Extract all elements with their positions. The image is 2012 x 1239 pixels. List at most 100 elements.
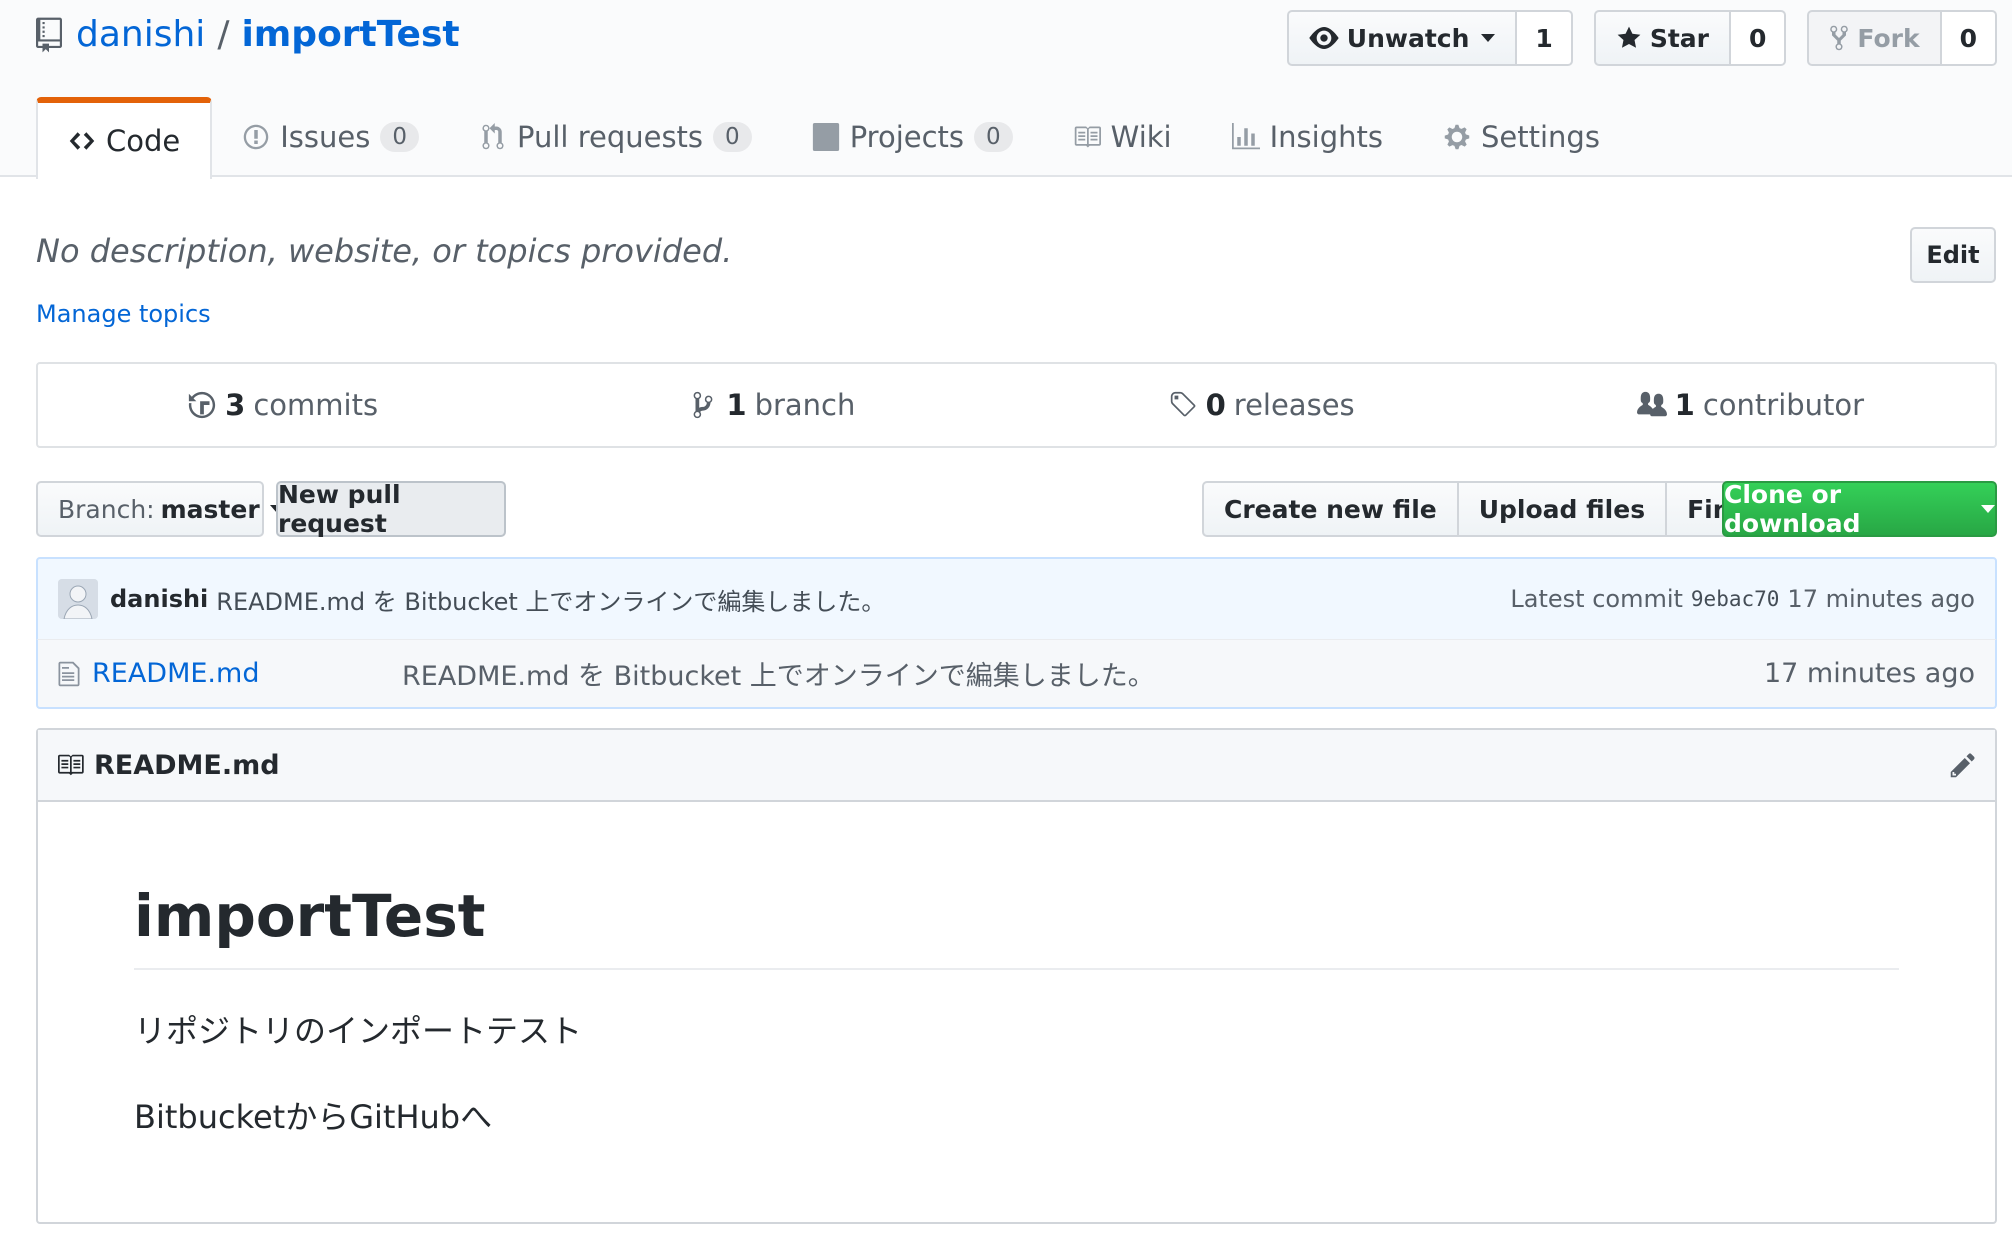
releases-label: releases <box>1233 388 1355 422</box>
latest-commit-bar: danishi README.md を Bitbucket 上でオンラインで編集… <box>36 557 1997 641</box>
readme-content: importTest リポジトリのインポートテスト BitbucketからGit… <box>38 802 1995 1138</box>
upload-files-button[interactable]: Upload files <box>1456 481 1668 537</box>
repo-owner-link[interactable]: danishi <box>76 14 205 55</box>
fork-icon <box>1830 25 1849 51</box>
tab-settings[interactable]: Settings <box>1413 97 1630 177</box>
commit-age: 17 minutes ago <box>1787 585 1975 613</box>
watchers-count[interactable]: 1 <box>1517 10 1573 66</box>
avatar[interactable] <box>58 579 98 619</box>
fork-button[interactable]: Fork <box>1807 10 1942 66</box>
file-name-link[interactable]: README.md <box>92 658 402 689</box>
tab-issues-label: Issues <box>280 120 371 154</box>
path-separator: / <box>217 14 230 55</box>
repo-name-link[interactable]: importTest <box>241 14 459 55</box>
tab-wiki[interactable]: Wiki <box>1043 97 1202 177</box>
tab-projects[interactable]: Projects 0 <box>782 97 1043 177</box>
tab-settings-label: Settings <box>1481 120 1600 154</box>
repo-header: danishi / importTest Unwatch 1 Star 0 Fo… <box>0 0 2012 179</box>
readme-box: README.md importTest リポジトリのインポートテスト Bitb… <box>36 728 1997 1224</box>
watch-group: Unwatch 1 <box>1286 10 1573 66</box>
stars-count[interactable]: 0 <box>1730 10 1787 66</box>
numbers-summary: 3 commits 1 branch 0 releases 1 contribu… <box>36 362 1997 448</box>
unwatch-button[interactable]: Unwatch <box>1286 10 1518 66</box>
code-icon <box>69 132 95 150</box>
fork-label: Fork <box>1857 23 1920 53</box>
manage-topics-link[interactable]: Manage topics <box>36 300 211 328</box>
contributors-summary[interactable]: 1 contributor <box>1506 364 1995 446</box>
tab-wiki-label: Wiki <box>1110 120 1172 154</box>
branch-select-button[interactable]: Branch: master <box>36 481 284 537</box>
repo-description: No description, website, or topics provi… <box>36 232 733 270</box>
readme-paragraph: リポジトリのインポートテスト <box>134 1012 583 1050</box>
file-commit-message-link[interactable]: README.md を Bitbucket 上でオンラインで編集しました。 <box>402 654 1155 693</box>
history-icon <box>189 391 216 419</box>
table-row: README.md README.md を Bitbucket 上でオンラインで… <box>36 639 1997 709</box>
branch-prefix: Branch: <box>58 494 155 524</box>
issue-icon <box>244 124 269 150</box>
avatar-image <box>58 579 98 619</box>
commit-sha-link[interactable]: 9ebac70 <box>1691 587 1780 611</box>
repo-title: danishi / importTest <box>36 14 460 55</box>
tab-projects-label: Projects <box>849 120 965 154</box>
edit-description-button[interactable]: Edit <box>1910 227 1996 283</box>
pagehead-actions: Unwatch 1 Star 0 Fork 0 <box>1286 10 1997 66</box>
branch-name: master <box>160 494 260 524</box>
commits-summary[interactable]: 3 commits <box>38 364 527 446</box>
gear-icon <box>1444 124 1470 150</box>
issues-counter: 0 <box>380 122 419 152</box>
latest-commit-label: Latest commit <box>1510 585 1683 613</box>
readme-header: README.md <box>38 730 1995 802</box>
file-age: 17 minutes ago <box>1763 658 1975 689</box>
star-button[interactable]: Star <box>1593 10 1731 66</box>
new-pull-request-button[interactable]: New pull request <box>276 480 506 538</box>
tab-code-label: Code <box>106 124 181 158</box>
project-icon <box>812 123 839 151</box>
pencil-icon[interactable] <box>1949 751 1977 779</box>
readme-paragraph: BitbucketからGitHubへ <box>134 1098 493 1136</box>
book-icon <box>1074 126 1101 148</box>
star-label: Star <box>1649 23 1709 53</box>
forks-count[interactable]: 0 <box>1941 10 1997 66</box>
releases-count: 0 <box>1205 388 1226 422</box>
repo-icon <box>36 17 62 52</box>
readme-heading: importTest <box>134 882 1899 970</box>
people-icon <box>1636 391 1667 417</box>
branches-summary[interactable]: 1 branch <box>527 364 1016 446</box>
chevron-down-icon <box>1981 505 1995 513</box>
commits-count: 3 <box>225 388 246 422</box>
branches-count: 1 <box>726 388 747 422</box>
tab-issues[interactable]: Issues 0 <box>212 97 449 177</box>
tab-pull-requests-label: Pull requests <box>517 120 704 154</box>
book-icon <box>58 754 84 776</box>
clone-label: Clone or download <box>1724 480 1861 538</box>
star-icon <box>1617 26 1641 48</box>
contributors-label: contributor <box>1702 388 1865 422</box>
tab-code[interactable]: Code <box>36 97 213 179</box>
commit-author-link[interactable]: danishi <box>110 585 208 613</box>
tab-insights[interactable]: Insights <box>1202 97 1413 177</box>
contributors-count: 1 <box>1674 388 1695 422</box>
clone-or-download-button[interactable]: Clone or download <box>1722 480 1997 538</box>
pull-requests-counter: 0 <box>713 122 752 152</box>
tab-insights-label: Insights <box>1269 120 1383 154</box>
releases-summary[interactable]: 0 releases <box>1017 364 1506 446</box>
readme-filename: README.md <box>94 749 280 781</box>
fork-group: Fork 0 <box>1807 10 1997 66</box>
branch-icon <box>694 391 713 419</box>
commit-message-link[interactable]: README.md を Bitbucket 上でオンラインで編集しました。 <box>216 582 885 617</box>
tag-icon <box>1170 391 1195 417</box>
file-icon <box>58 661 80 686</box>
graph-icon <box>1231 123 1260 150</box>
create-new-file-button[interactable]: Create new file <box>1202 481 1459 537</box>
pull-request-icon <box>482 123 504 150</box>
tab-pull-requests[interactable]: Pull requests 0 <box>449 97 782 177</box>
star-group: Star 0 <box>1593 10 1787 66</box>
eye-icon <box>1309 27 1339 49</box>
branches-label: branch <box>754 388 856 422</box>
commits-label: commits <box>253 388 379 422</box>
commit-meta: Latest commit 9ebac70 17 minutes ago <box>1510 585 1975 613</box>
chevron-down-icon <box>1481 34 1496 42</box>
projects-counter: 0 <box>974 122 1013 152</box>
repo-nav: Code Issues 0 Pull requests 0 Projects 0… <box>36 97 1630 179</box>
unwatch-label: Unwatch <box>1346 23 1470 53</box>
